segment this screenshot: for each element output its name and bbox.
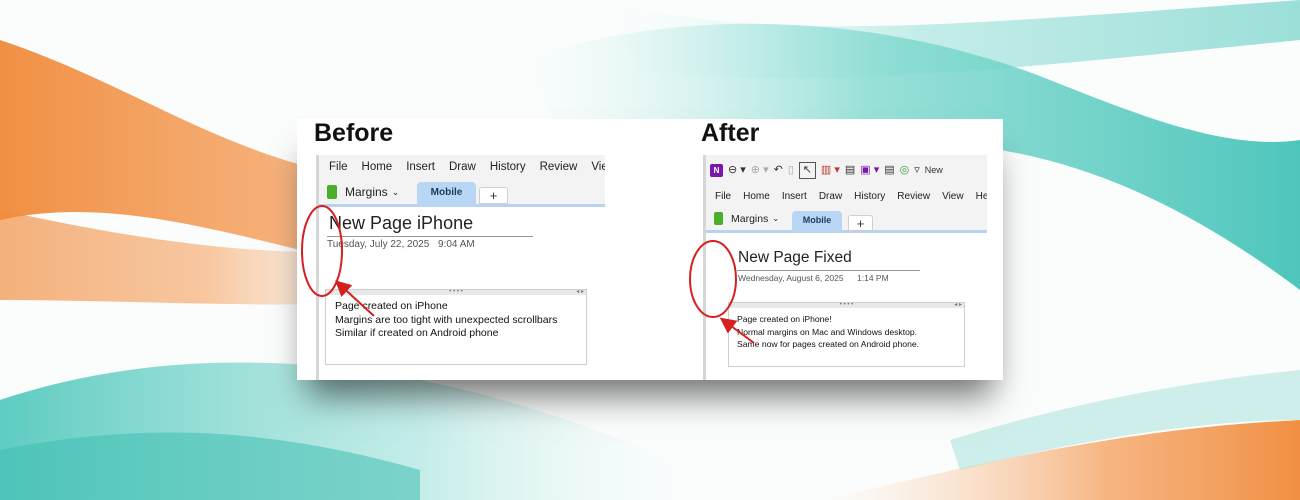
menu-view[interactable]: View — [942, 191, 964, 202]
note-text[interactable]: Page created on iPhone Margins are too t… — [326, 295, 586, 341]
menu-home[interactable]: Home — [362, 161, 393, 173]
menu-file[interactable]: File — [715, 191, 731, 202]
undo-icon[interactable]: ↶ — [774, 163, 783, 177]
before-menubar: File Home Insert Draw History Review Vie… — [319, 155, 605, 179]
add-section-button[interactable]: + — [848, 215, 873, 231]
container-handle[interactable]: • • • • ◂ ▸ — [729, 302, 964, 308]
note-line: Page created on iPhone! — [737, 314, 832, 324]
menu-review[interactable]: Review — [540, 161, 578, 173]
page-date: Tuesday, July 22, 2025 — [327, 239, 430, 250]
after-onenote-window: N ⊖ ▾ ⊕ ▾ ↶ ▯ ↖ ▥ ▾ ▤ ▣ ▾ ▤ ◎ ▿ New File… — [703, 155, 987, 380]
chevron-down-icon: ⌄ — [772, 214, 780, 223]
page-time: 1:14 PM — [857, 273, 889, 283]
page-title[interactable]: New Page Fixed — [738, 249, 852, 267]
quick-access-toolbar: N ⊖ ▾ ⊕ ▾ ↶ ▯ ↖ ▥ ▾ ▤ ▣ ▾ ▤ ◎ ▿ New — [706, 155, 987, 185]
note-line: Normal margins on Mac and Windows deskto… — [737, 326, 918, 337]
select-cursor-icon[interactable]: ↖ — [798, 161, 816, 179]
menu-review[interactable]: Review — [897, 191, 930, 202]
tab-mobile[interactable]: Mobile — [792, 211, 842, 233]
notebook-icon — [714, 212, 723, 225]
note-line: Same now for pages created on Android ph… — [737, 339, 920, 349]
customize-toolbar-icon[interactable]: ▿ — [914, 163, 920, 177]
expand-arrows-icon: ◂ ▸ — [954, 302, 962, 308]
note-line: Margins are too tight with unexpected sc… — [335, 313, 558, 326]
note-container[interactable]: • • • • ◂ ▸ Page created on iPhone! Norm… — [728, 302, 965, 367]
note-text[interactable]: Page created on iPhone! Normal margins o… — [729, 308, 964, 351]
menu-insert[interactable]: Insert — [782, 191, 807, 202]
before-heading: Before — [314, 119, 394, 147]
menu-insert[interactable]: Insert — [406, 161, 435, 173]
menu-file[interactable]: File — [329, 161, 348, 173]
before-section-tabbar: Margins ⌄ Mobile + — [319, 179, 605, 207]
page-date: Wednesday, August 6, 2025 — [738, 273, 844, 283]
menu-history[interactable]: History — [490, 161, 526, 173]
notebook-icon — [327, 185, 337, 199]
menu-view[interactable]: View — [591, 161, 605, 173]
page-title[interactable]: New Page iPhone — [329, 213, 473, 234]
notebook-name: Margins — [731, 212, 769, 225]
notebook-picker[interactable]: Margins ⌄ — [327, 185, 399, 199]
menu-history[interactable]: History — [854, 191, 885, 202]
container-handle[interactable]: • • • • ◂ ▸ — [326, 289, 586, 295]
menu-home[interactable]: Home — [743, 191, 770, 202]
title-underline — [737, 270, 920, 271]
menu-help[interactable]: Help — [976, 191, 987, 202]
page-time: 9:04 AM — [438, 239, 475, 250]
page-icon[interactable]: ▤ — [845, 163, 855, 177]
back-icon[interactable]: ⊖ ▾ — [728, 163, 746, 177]
menu-draw[interactable]: Draw — [449, 161, 476, 173]
before-onenote-window: File Home Insert Draw History Review Vie… — [316, 155, 605, 380]
forward-icon[interactable]: ⊕ ▾ — [751, 163, 769, 177]
title-underline — [327, 236, 533, 237]
onenote-logo-icon: N — [710, 163, 723, 177]
note-container[interactable]: • • • • ◂ ▸ Page created on iPhone Margi… — [325, 289, 587, 365]
after-section-tabbar: Margins ⌄ Mobile + — [706, 208, 987, 233]
menu-draw[interactable]: Draw — [819, 191, 842, 202]
after-heading: After — [701, 119, 760, 147]
sync-icon[interactable]: ◎ — [900, 163, 910, 177]
notebook-picker[interactable]: Margins ⌄ — [714, 212, 779, 225]
note-line: Page created on iPhone — [335, 300, 448, 312]
clipboard-icon[interactable]: ▯ — [788, 163, 794, 177]
pens-icon[interactable]: ▥ ▾ — [821, 163, 840, 177]
notebook-name: Margins — [345, 185, 388, 199]
comparison-card: Before After File Home Insert Draw Histo… — [297, 119, 1003, 380]
view-icon[interactable]: ▤ — [884, 163, 894, 177]
tab-mobile[interactable]: Mobile — [417, 182, 476, 207]
after-menubar: File Home Insert Draw History Review Vie… — [706, 185, 987, 208]
chevron-down-icon: ⌄ — [391, 186, 400, 197]
expand-arrows-icon: ◂ ▸ — [576, 289, 584, 295]
ribbon-more-label[interactable]: New — [925, 163, 943, 177]
onenote-page-icon[interactable]: ▣ ▾ — [860, 163, 879, 177]
add-section-button[interactable]: + — [479, 187, 508, 204]
note-line: Similar if created on Android phone — [335, 327, 499, 339]
